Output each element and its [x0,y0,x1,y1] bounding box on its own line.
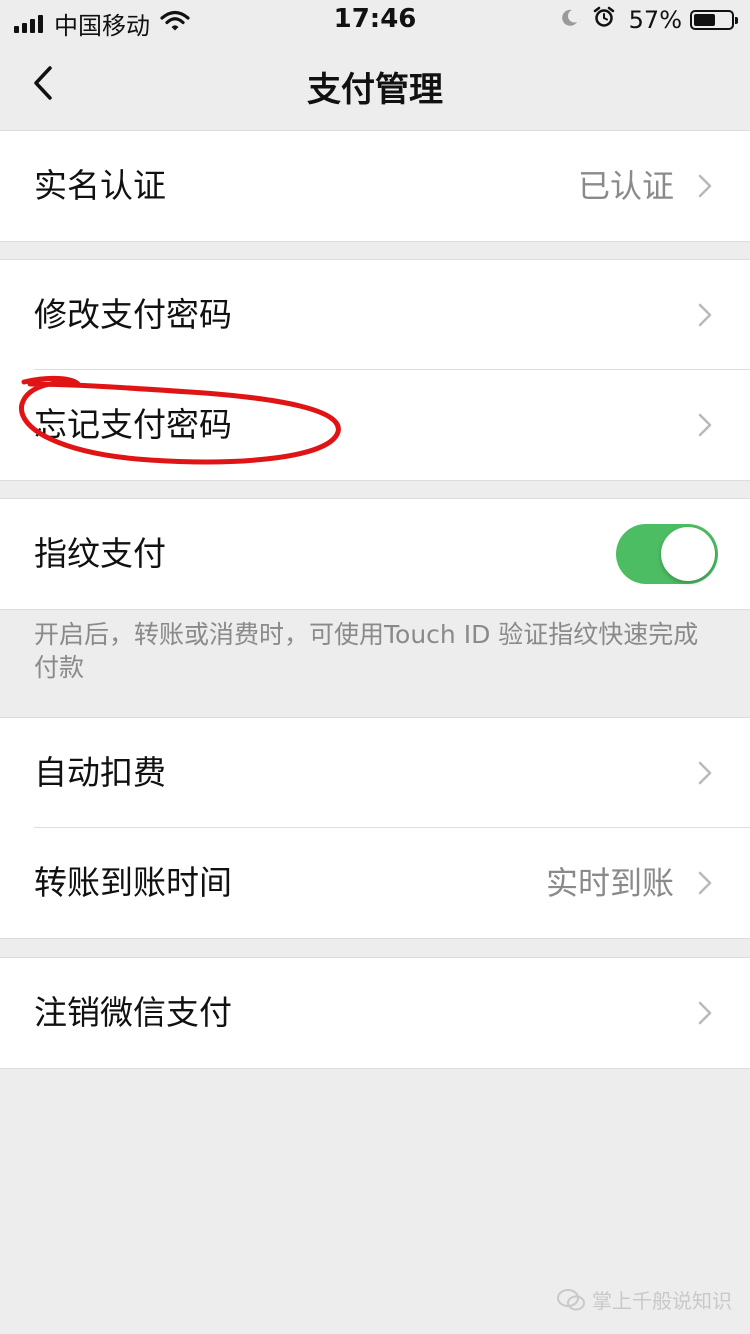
transfer-time-row[interactable]: 转账到账时间 实时到账 [0,828,750,938]
status-bar-right: 57% [559,6,738,34]
chevron-right-icon [698,303,712,327]
fingerprint-group: 指纹支付 [0,498,750,610]
wechat-icon [557,1288,585,1310]
deactivate-wechat-pay-row[interactable]: 注销微信支付 [0,958,750,1068]
fingerprint-hint: 开启后，转账或消费时，可使用Touch ID 验证指纹快速完成付款 [34,620,699,682]
change-payment-password-row[interactable]: 修改支付密码 [0,260,750,370]
chevron-right-icon [698,413,712,437]
alarm-icon [593,6,615,34]
fingerprint-payment-toggle[interactable] [616,524,718,584]
status-bar: 中国移动 17:46 57% [0,0,750,40]
change-payment-password-label: 修改支付密码 [34,295,232,334]
nav-bar: 支付管理 [0,40,750,130]
forgot-payment-password-row[interactable]: 忘记支付密码 [0,370,750,480]
watermark-text: 掌上千般说知识 [592,1289,732,1313]
chevron-right-icon [698,1001,712,1025]
verification-status: 已认证 [577,167,674,205]
deactivate-wechat-pay-label: 注销微信支付 [34,993,232,1032]
auto-deduct-label: 自动扣费 [34,753,166,792]
battery-icon [690,10,738,30]
transfer-time-label: 转账到账时间 [34,863,232,902]
deactivate-group: 注销微信支付 [0,957,750,1069]
auto-deduct-row[interactable]: 自动扣费 [0,718,750,828]
transfer-time-value: 实时到账 [545,864,674,902]
page-title: 支付管理 [307,70,443,110]
chevron-right-icon [698,761,712,785]
password-group: 修改支付密码 忘记支付密码 [0,259,750,481]
real-name-verification-row[interactable]: 实名认证 已认证 [0,131,750,241]
moon-icon [559,6,579,34]
forgot-payment-password-label: 忘记支付密码 [34,405,232,444]
real-name-verification-label: 实名认证 [34,166,166,205]
payments-group: 自动扣费 转账到账时间 实时到账 [0,717,750,939]
identity-group: 实名认证 已认证 [0,130,750,242]
chevron-right-icon [698,174,712,198]
battery-percent: 57% [628,6,682,34]
battery-level [694,14,715,26]
toggle-knob [661,527,715,581]
chevron-right-icon [698,871,712,895]
fingerprint-payment-label: 指纹支付 [34,534,166,573]
watermark: 掌上千般说知识 [556,1285,732,1314]
fingerprint-payment-row: 指纹支付 [0,499,750,609]
